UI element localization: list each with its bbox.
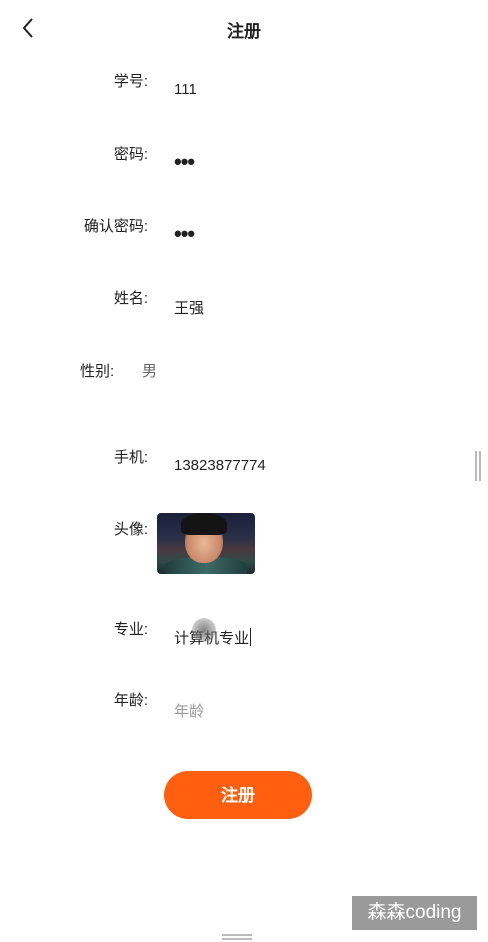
home-indicator[interactable]	[222, 934, 252, 940]
scroll-handle[interactable]	[475, 451, 481, 481]
gender-row: 性别: 男	[0, 359, 488, 399]
student-id-label: 学号:	[113, 73, 148, 90]
age-row: 年龄: 年龄	[0, 689, 488, 729]
avatar-image[interactable]	[157, 513, 255, 574]
student-id-row: 学号: 111	[0, 70, 488, 110]
confirm-password-row: 确认密码: •••	[0, 215, 488, 255]
major-label: 专业:	[113, 621, 148, 638]
avatar-hair	[181, 513, 227, 535]
watermark: 森森coding	[352, 896, 477, 930]
nav-bar: 注册	[0, 0, 488, 58]
gender-label: 性别:	[80, 363, 115, 380]
register-button[interactable]: 注册	[164, 771, 312, 819]
age-label: 年龄:	[113, 692, 148, 709]
page-title: 注册	[227, 22, 261, 41]
phone-row: 手机: 13823877774	[0, 446, 488, 486]
confirm-password-input[interactable]: •••	[174, 223, 434, 245]
gender-picker[interactable]: 男	[142, 360, 157, 381]
confirm-password-label: 确认密码:	[83, 218, 148, 235]
student-id-input[interactable]: 111	[174, 81, 434, 98]
text-cursor	[250, 628, 252, 646]
password-input[interactable]: •••	[174, 151, 434, 173]
name-input[interactable]: 王强	[174, 297, 434, 318]
name-row: 姓名: 王强	[0, 287, 488, 327]
age-input[interactable]: 年龄	[174, 700, 434, 721]
avatar-label: 头像:	[113, 521, 148, 538]
major-row: 专业: 计算机专业	[0, 618, 488, 658]
password-label: 密码:	[113, 146, 148, 163]
phone-label: 手机:	[113, 449, 148, 466]
phone-input[interactable]: 13823877774	[174, 457, 434, 474]
password-row: 密码: •••	[0, 143, 488, 183]
name-label: 姓名:	[113, 290, 148, 307]
touch-indicator	[192, 618, 216, 642]
